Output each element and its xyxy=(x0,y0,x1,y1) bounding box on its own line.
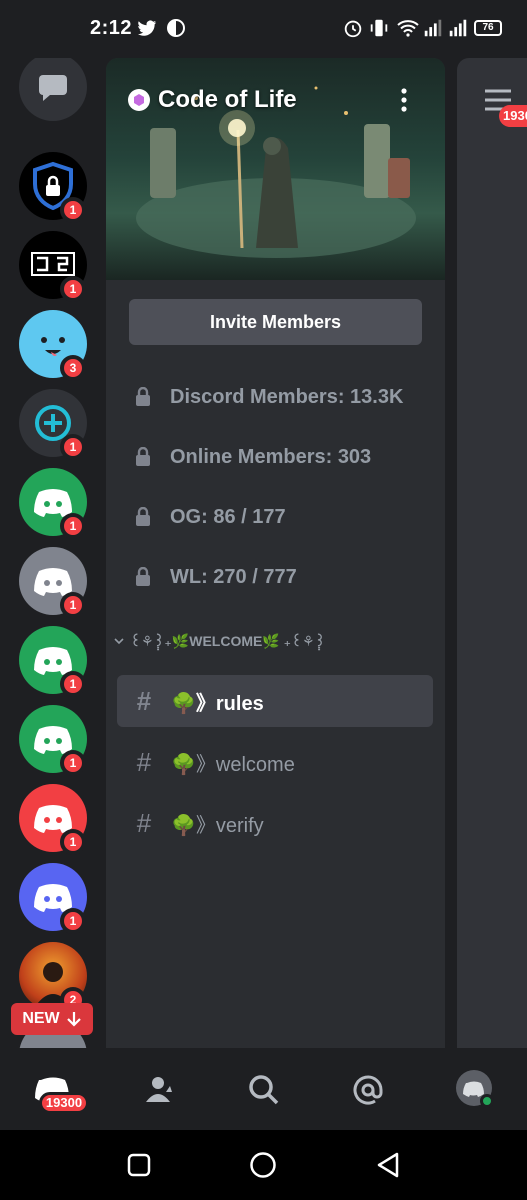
chevron-down-icon xyxy=(114,638,124,645)
server-discord-red-badge: 1 xyxy=(60,829,86,855)
alarm-icon xyxy=(344,20,362,38)
channel-label: 🌳》rules xyxy=(171,692,264,715)
arrow-down-icon xyxy=(66,1012,81,1027)
server-discord-green-3-badge: 1 xyxy=(60,750,86,776)
server-discord-blurple-badge: 1 xyxy=(60,908,86,934)
stat-label: OG: 86 / 177 xyxy=(170,505,286,528)
new-pill-label: NEW xyxy=(22,1010,60,1027)
profile-avatar[interactable] xyxy=(456,1070,494,1108)
search-icon[interactable] xyxy=(244,1070,284,1110)
status-bar: 2:12 76 xyxy=(0,0,527,58)
channel-label: 🌳》verify xyxy=(171,814,264,837)
home-unread-badge: 19300 xyxy=(39,1092,89,1114)
lock-icon xyxy=(136,387,150,406)
back-icon[interactable] xyxy=(376,1152,400,1178)
server-blue-face-badge: 3 xyxy=(60,355,86,381)
signal-icon-1 xyxy=(424,19,442,37)
server-discord-grey-badge: 1 xyxy=(60,592,86,618)
chat-bubble-icon xyxy=(39,75,67,101)
vibrate-icon xyxy=(370,19,388,37)
stat-channel-wl[interactable]: WL: 270 / 777 xyxy=(134,562,297,592)
server-cb-badge: 1 xyxy=(60,276,86,302)
more-options-icon[interactable] xyxy=(396,86,412,114)
moon-icon xyxy=(167,19,185,37)
stat-channel-online-members[interactable]: Online Members: 303 xyxy=(134,442,371,472)
server-security-badge: 1 xyxy=(60,197,86,223)
channel-panel: Code of Life Invite Members Discord Memb… xyxy=(106,58,445,1048)
stat-label: WL: 270 / 777 xyxy=(170,565,297,588)
wifi-icon xyxy=(397,20,419,37)
channel-rules[interactable]: # 🌳》rules xyxy=(117,675,433,727)
stat-channel-discord-members[interactable]: Discord Members: 13.3K xyxy=(134,382,403,412)
stat-channel-og[interactable]: OG: 86 / 177 xyxy=(134,502,286,532)
server-title-text: Code of Life xyxy=(158,86,297,113)
status-time: 2:12 xyxy=(90,17,133,39)
invite-members-button[interactable]: Invite Members xyxy=(129,299,422,345)
lock-icon xyxy=(136,567,150,586)
category-label: ꒰⚘݄꒱₊🌿WELCOME🌿 ₊꒰⚘݄꒱ xyxy=(130,633,326,649)
channel-label: 🌳》welcome xyxy=(171,753,295,776)
server-boost-icon xyxy=(128,89,150,111)
server-add-circle-badge: 1 xyxy=(60,434,86,460)
recents-icon[interactable] xyxy=(127,1153,151,1177)
home-circle-icon[interactable] xyxy=(249,1151,277,1179)
lock-icon xyxy=(136,447,150,466)
server-rail: 1 1 3 1 1 1 1 1 1 1 2 xyxy=(0,58,106,1048)
signal-icon-2 xyxy=(449,19,467,37)
channel-verify[interactable]: # 🌳》verify xyxy=(117,797,433,849)
stat-label: Discord Members: 13.3K xyxy=(170,385,404,408)
chat-panel-peek[interactable] xyxy=(457,58,527,1048)
server-banner: Code of Life xyxy=(106,58,445,280)
peek-unread-badge: 1930 xyxy=(499,105,527,127)
category-welcome[interactable]: ꒰⚘݄꒱₊🌿WELCOME🌿 ₊꒰⚘݄꒱ xyxy=(114,632,326,650)
mentions-icon[interactable] xyxy=(348,1070,388,1110)
hashtag-icon: # xyxy=(136,746,152,777)
channel-welcome[interactable]: # 🌳》welcome xyxy=(117,736,433,788)
server-discord-green-2-badge: 1 xyxy=(60,671,86,697)
twitter-icon xyxy=(137,20,157,36)
friends-icon[interactable] xyxy=(140,1070,180,1110)
android-nav-bar xyxy=(0,1130,527,1200)
server-title[interactable]: Code of Life xyxy=(128,86,297,114)
lock-icon xyxy=(136,507,150,526)
server-discord-green-1-badge: 1 xyxy=(60,513,86,539)
hashtag-icon: # xyxy=(136,685,152,716)
online-status-dot xyxy=(480,1094,494,1108)
direct-messages-button[interactable] xyxy=(19,58,87,121)
stat-label: Online Members: 303 xyxy=(170,445,372,468)
hashtag-icon: # xyxy=(136,807,152,838)
bottom-nav xyxy=(0,1048,527,1130)
new-unreads-pill[interactable]: NEW xyxy=(11,1003,93,1035)
battery-indicator: 76 xyxy=(474,20,502,36)
